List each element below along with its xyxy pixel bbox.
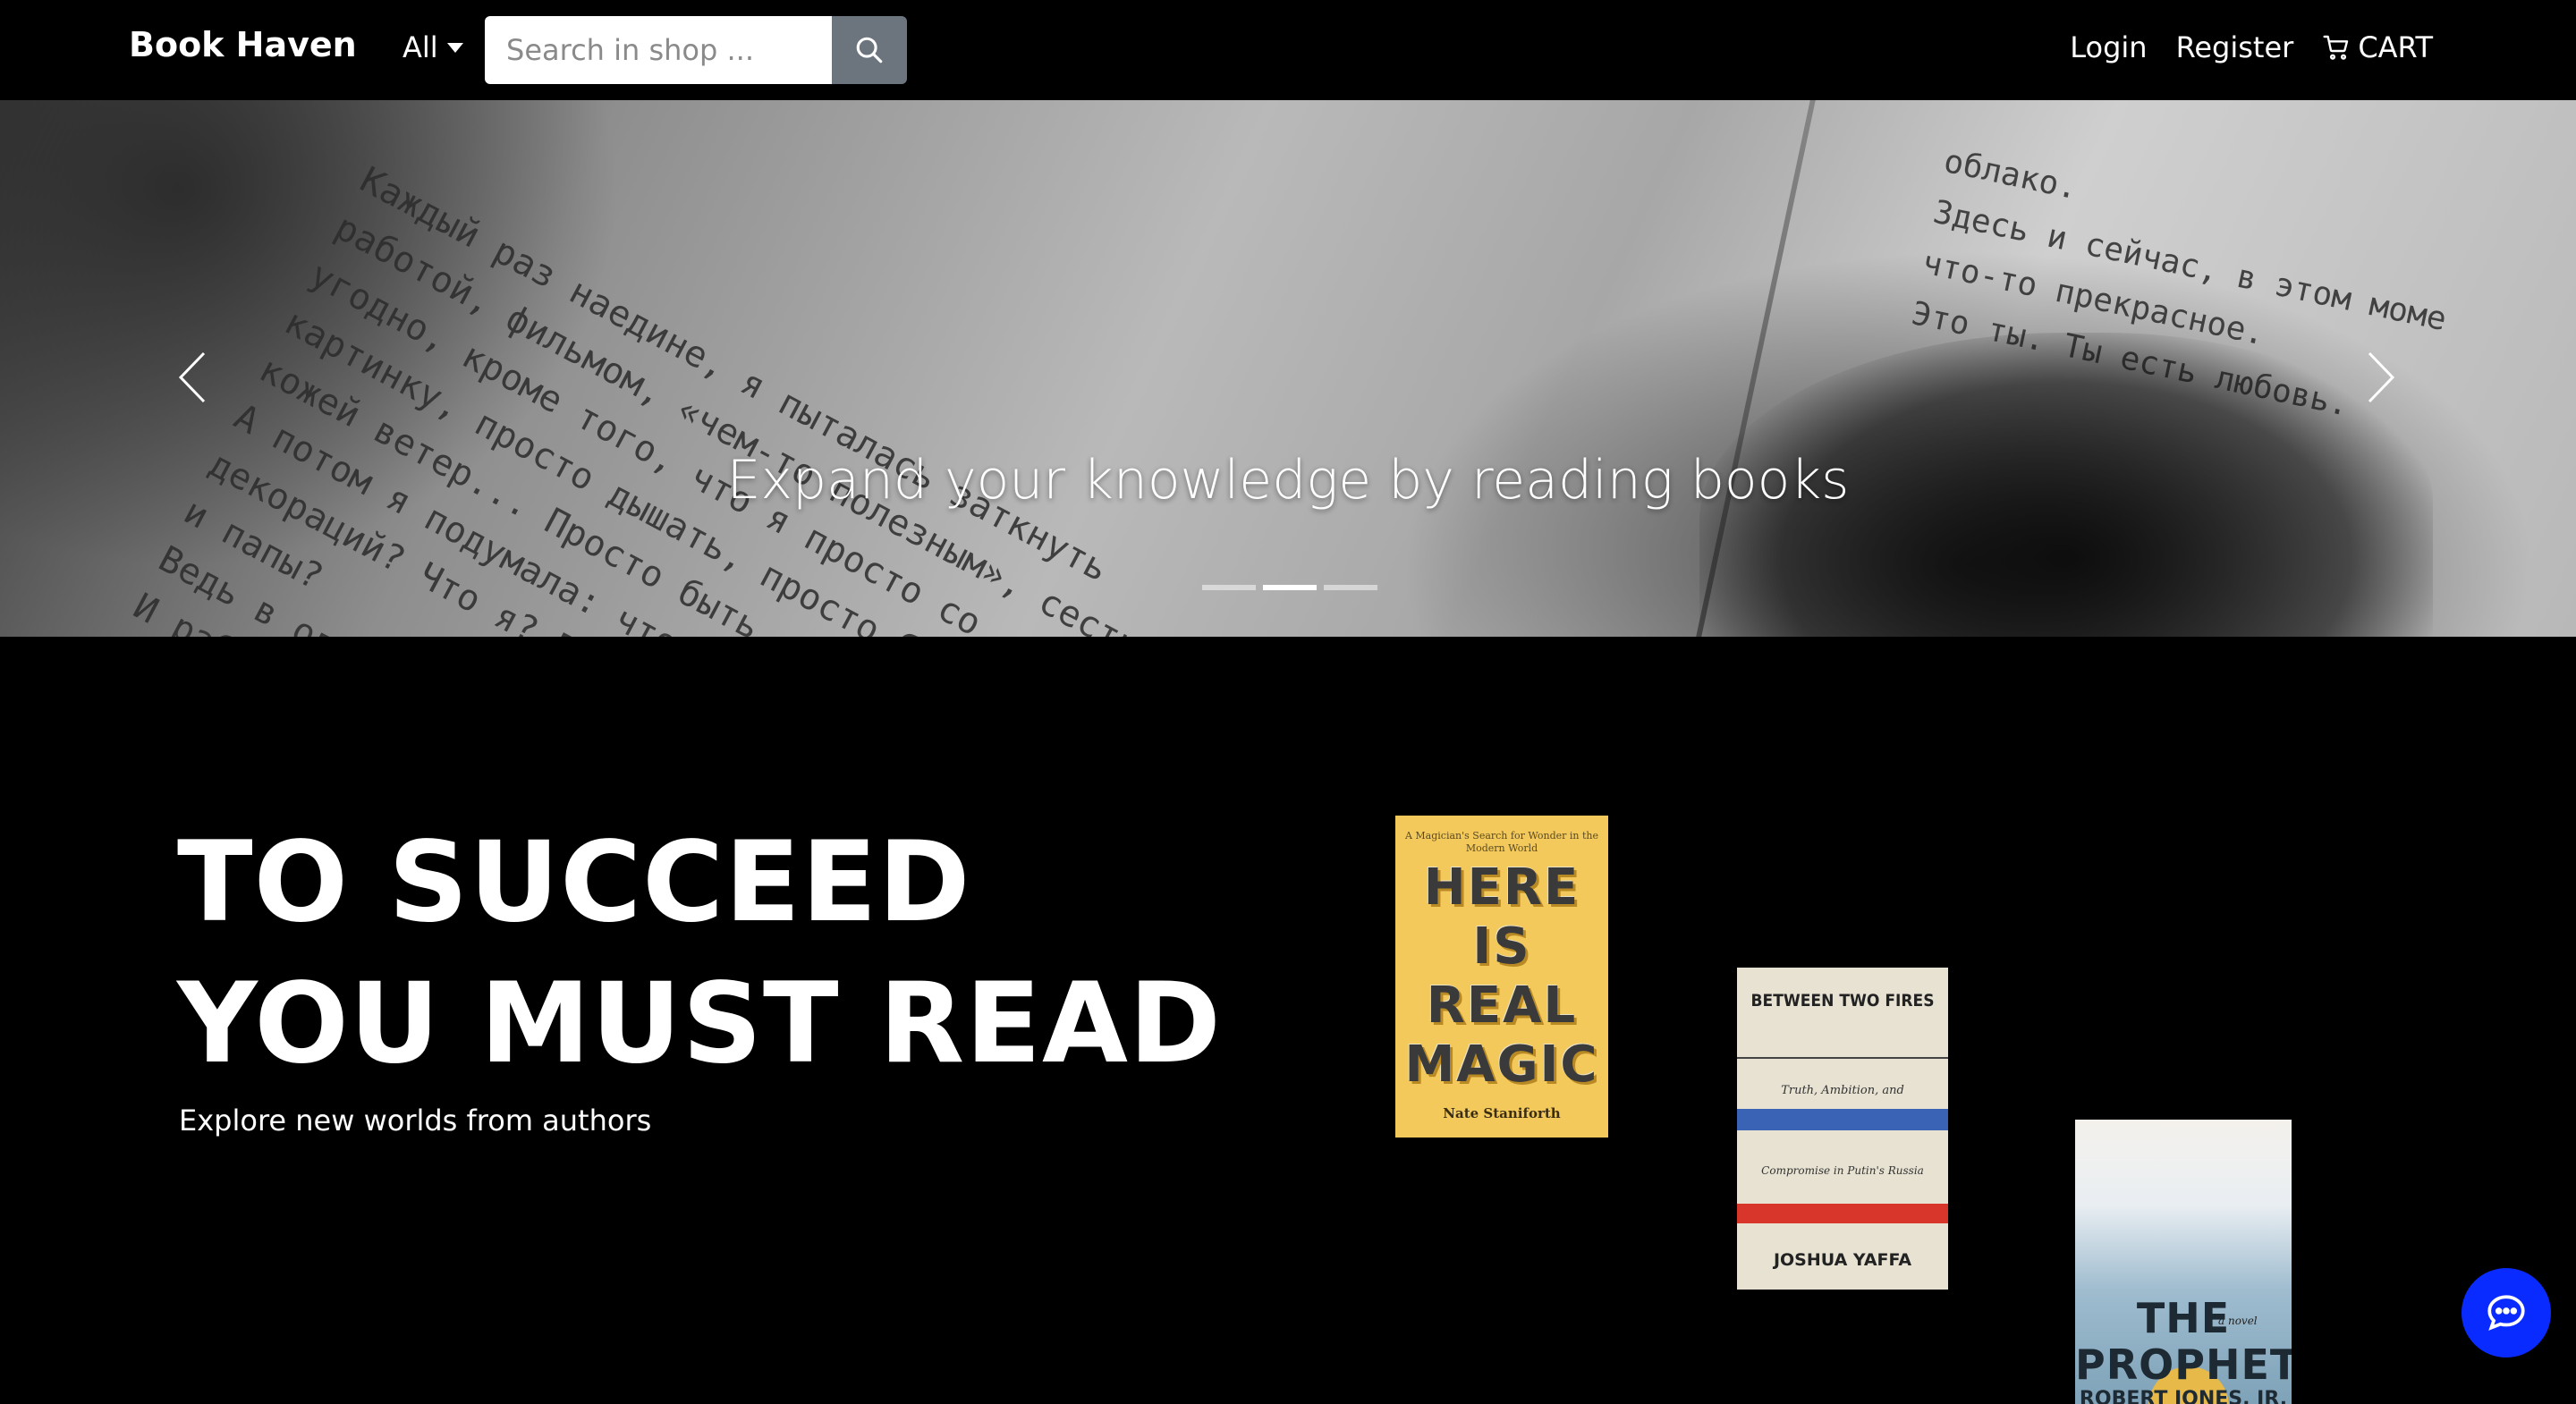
category-dropdown-label: All xyxy=(402,30,438,64)
chat-bubble-icon xyxy=(2487,1295,2525,1331)
carousel-indicator-3[interactable] xyxy=(1324,585,1377,590)
chat-widget-button[interactable] xyxy=(2462,1268,2551,1357)
hero-carousel: Каждый раз наедине, я пыталась заткнуть р… xyxy=(0,100,2576,637)
cart-link[interactable]: CART xyxy=(2322,30,2433,64)
caret-down-icon xyxy=(446,42,463,53)
search-icon xyxy=(856,37,883,63)
book-title: BETWEEN TWO FIRES xyxy=(1750,991,1935,1011)
chevron-right-icon xyxy=(2368,351,2395,403)
blue-stripe-decoration xyxy=(1737,1109,1948,1130)
red-stripe-decoration xyxy=(1737,1204,1948,1223)
book-author: JOSHUA YAFFA xyxy=(1773,1250,1912,1270)
book-cover-between-two-fires[interactable]: BETWEEN TWO FIRES Truth, Ambition, and C… xyxy=(1737,968,1948,1290)
book-subtitle-part1: Truth, Ambition, and xyxy=(1781,1084,1904,1097)
carousel-indicator-1[interactable] xyxy=(1202,585,1256,590)
brand-logo[interactable]: Book Haven xyxy=(129,25,357,64)
search-form xyxy=(485,16,907,84)
cart-icon xyxy=(2323,35,2349,60)
carousel-slide-image-text-left: Каждый раз наедине, я пыталась заткнуть р… xyxy=(73,154,1174,637)
nav-links: Login Register CART xyxy=(2070,30,2433,64)
chevron-left-icon xyxy=(178,351,206,403)
promo-headline: TO SUCCEED YOU MUST READ xyxy=(177,812,1222,1095)
carousel-prev-button[interactable] xyxy=(165,342,219,413)
book-cover-the-prophets[interactable]: a novel THE PROPHETS ROBERT JONES, JR. xyxy=(2075,1120,2292,1404)
carousel-next-button[interactable] xyxy=(2354,342,2408,413)
book-title: THE PROPHETS xyxy=(2075,1294,2292,1389)
carousel-caption: Expand your knowledge by reading books xyxy=(726,449,1850,512)
book-subtitle-part2: Compromise in Putin's Russia xyxy=(1761,1164,1924,1177)
register-link[interactable]: Register xyxy=(2176,30,2294,64)
promo-headline-line2: YOU MUST READ xyxy=(177,960,1222,1088)
search-input[interactable] xyxy=(485,16,832,84)
search-button[interactable] xyxy=(832,16,907,84)
navbar: Book Haven All Login Register CART xyxy=(0,0,2576,100)
skyline-decoration xyxy=(1737,1052,1948,1059)
carousel-indicators xyxy=(1202,585,1377,590)
book-author: ROBERT JONES, JR. xyxy=(2079,1388,2288,1404)
carousel-indicator-2[interactable] xyxy=(1263,585,1317,590)
book-author: Nate Staniforth xyxy=(1443,1105,1561,1121)
promo-subtitle: Explore new worlds from authors xyxy=(179,1104,652,1138)
book-cover-here-is-real-magic[interactable]: A Magician's Search for Wonder in the Mo… xyxy=(1395,816,1608,1138)
category-dropdown[interactable]: All xyxy=(402,30,463,64)
book-tagline: A Magician's Search for Wonder in the Mo… xyxy=(1404,830,1599,854)
cart-label: CART xyxy=(2358,30,2433,64)
book-title: HERE IS REAL MAGIC xyxy=(1404,858,1599,1094)
login-link[interactable]: Login xyxy=(2070,30,2147,64)
promo-headline-line1: TO SUCCEED xyxy=(177,818,971,947)
